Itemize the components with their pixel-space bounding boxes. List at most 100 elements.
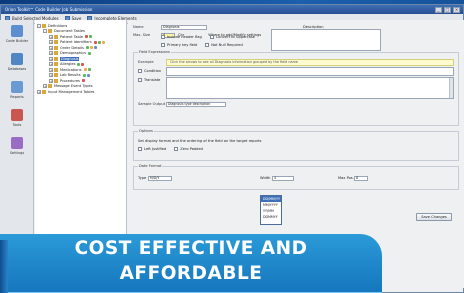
tree-item-label: Patient Identifiers	[60, 40, 92, 45]
nav-button-1[interactable]: Databases	[0, 48, 34, 76]
options-text: Set display format and the ordering of t…	[138, 139, 262, 143]
reports-icon	[11, 81, 23, 93]
name-label: Name	[133, 25, 144, 29]
expand-toggle[interactable]: +	[49, 67, 53, 72]
translate-field[interactable]	[166, 77, 454, 99]
status-dot-icon	[84, 35, 88, 39]
tree-item-label: Demographics	[60, 51, 87, 56]
condition-checkbox[interactable]: Condition	[138, 69, 166, 73]
status-dot-icon	[87, 68, 91, 72]
folder-icon	[48, 84, 52, 89]
primary-key-checkbox[interactable]: Primary key field	[161, 43, 197, 47]
title-bar: Orion Toolkit™ Code Builder Job Submissi…	[1, 5, 463, 14]
status-dot-icon	[88, 35, 92, 39]
folder-icon	[54, 73, 58, 78]
not-null-checkbox[interactable]: Not Null Required	[205, 43, 243, 47]
sample-output-field[interactable]: Diagnosis type description	[166, 101, 226, 107]
code-builder-icon	[11, 25, 23, 37]
status-dot-icon	[93, 40, 97, 44]
nav-button-label: Settings	[9, 151, 25, 155]
date-format-group: Date Format Type M/D/Y Width 4 Max Pos. …	[133, 164, 459, 190]
folder-icon	[54, 40, 58, 45]
tree-item-label: Order Details	[60, 45, 84, 50]
folder-icon	[54, 51, 58, 56]
expand-toggle[interactable]: +	[43, 84, 47, 89]
status-dot-icon	[81, 62, 85, 66]
options-title: Options	[138, 129, 154, 133]
status-dot-icon	[77, 62, 81, 66]
tree-item-label: Procedures	[60, 78, 80, 83]
max-size-label: Max. Size	[133, 33, 151, 37]
width-dropdown-list[interactable]: DD/MM/YY MM/YYYY YY/MM DDMMYY	[260, 195, 282, 225]
minimize-button[interactable]: _	[435, 6, 442, 13]
status-dot-icon	[93, 46, 97, 50]
folder-icon	[42, 23, 46, 28]
expand-toggle[interactable]: +	[49, 62, 53, 67]
field-expressions-title: Field Expressions	[138, 50, 171, 54]
folder-icon	[54, 67, 58, 72]
width-label: Width	[260, 176, 271, 180]
example-label: Example	[138, 60, 154, 64]
tree-item-label: Patient Table	[60, 34, 83, 39]
dropdown-option[interactable]: DDMMYY	[261, 214, 281, 220]
tree-item-label: Lab Results	[60, 73, 81, 78]
name-field[interactable]: Diagnosis	[161, 24, 207, 30]
window-title: Orion Toolkit™ Code Builder Job Submissi…	[5, 7, 93, 12]
database-icon	[11, 53, 23, 65]
zero-padded-checkbox[interactable]: Zero Padded	[174, 147, 203, 151]
status-dot-icon	[81, 79, 85, 83]
expand-toggle[interactable]: -	[43, 29, 47, 34]
banner-edge	[0, 240, 8, 293]
expand-toggle[interactable]: +	[37, 89, 41, 94]
nav-button-0[interactable]: Code Builder	[0, 20, 34, 48]
expand-toggle[interactable]: +	[49, 51, 53, 56]
options-group: Options Set display format and the order…	[133, 129, 459, 161]
expand-toggle[interactable]: +	[49, 34, 53, 39]
uppercase-checkbox[interactable]: Convert to Uppercase	[209, 35, 255, 39]
tree-item[interactable]: + Input Management Tables	[37, 89, 124, 95]
expand-toggle[interactable]: -	[37, 23, 41, 28]
nav-button-4[interactable]: Settings	[0, 132, 34, 160]
nav-button-label: Reports	[10, 95, 24, 99]
status-dot-icon	[89, 46, 93, 50]
nav-button-3[interactable]: Tools	[0, 104, 34, 132]
width-select[interactable]: 4	[272, 175, 294, 181]
expand-toggle[interactable]: +	[49, 73, 53, 78]
tree-item-label: Input Management Tables	[48, 89, 95, 94]
status-dot-icon	[88, 51, 92, 55]
tree-item-label: Definitions	[48, 23, 68, 28]
expand-toggle[interactable]: +	[49, 45, 53, 50]
expand-toggle[interactable]: +	[49, 56, 53, 61]
expand-toggle[interactable]: +	[49, 78, 53, 83]
folder-icon	[42, 89, 46, 94]
description-field[interactable]	[271, 29, 382, 51]
translate-scrollbar[interactable]	[449, 78, 453, 98]
left-justified-checkbox[interactable]: Left Justified	[138, 147, 166, 151]
folder-icon	[54, 34, 58, 39]
status-dot-icon	[101, 40, 105, 44]
tree-item-label: Message Event Types	[54, 84, 93, 89]
maximize-button[interactable]: □	[444, 6, 451, 13]
nav-button-label: Databases	[7, 67, 27, 71]
expand-toggle[interactable]: +	[49, 40, 53, 45]
translate-checkbox[interactable]: Translate	[138, 78, 166, 82]
type-label: Type	[138, 176, 147, 180]
status-dot-icon	[86, 73, 90, 77]
sample-output-label: Sample Output	[138, 102, 166, 106]
status-dot-icon	[85, 46, 89, 50]
tree-item-label: Allergies	[60, 62, 76, 67]
example-hint: Click the arrows to see all Diagnosis in…	[166, 58, 454, 66]
banner-line-2: AFFORDABLE	[119, 263, 263, 284]
max-pos-field[interactable]: 8	[354, 175, 368, 181]
tools-icon	[11, 109, 23, 121]
folder-icon	[54, 78, 58, 83]
settings-icon	[11, 137, 23, 149]
include-header-checkbox[interactable]: Include header flag	[161, 35, 202, 39]
folder-icon	[54, 56, 58, 61]
close-button[interactable]: ×	[453, 6, 460, 13]
type-select[interactable]: M/D/Y	[148, 175, 172, 181]
condition-field[interactable]	[166, 66, 454, 76]
save-changes-button[interactable]: Save Changes	[416, 213, 452, 221]
status-dot-icon	[83, 68, 87, 72]
nav-button-2[interactable]: Reports	[0, 76, 34, 104]
